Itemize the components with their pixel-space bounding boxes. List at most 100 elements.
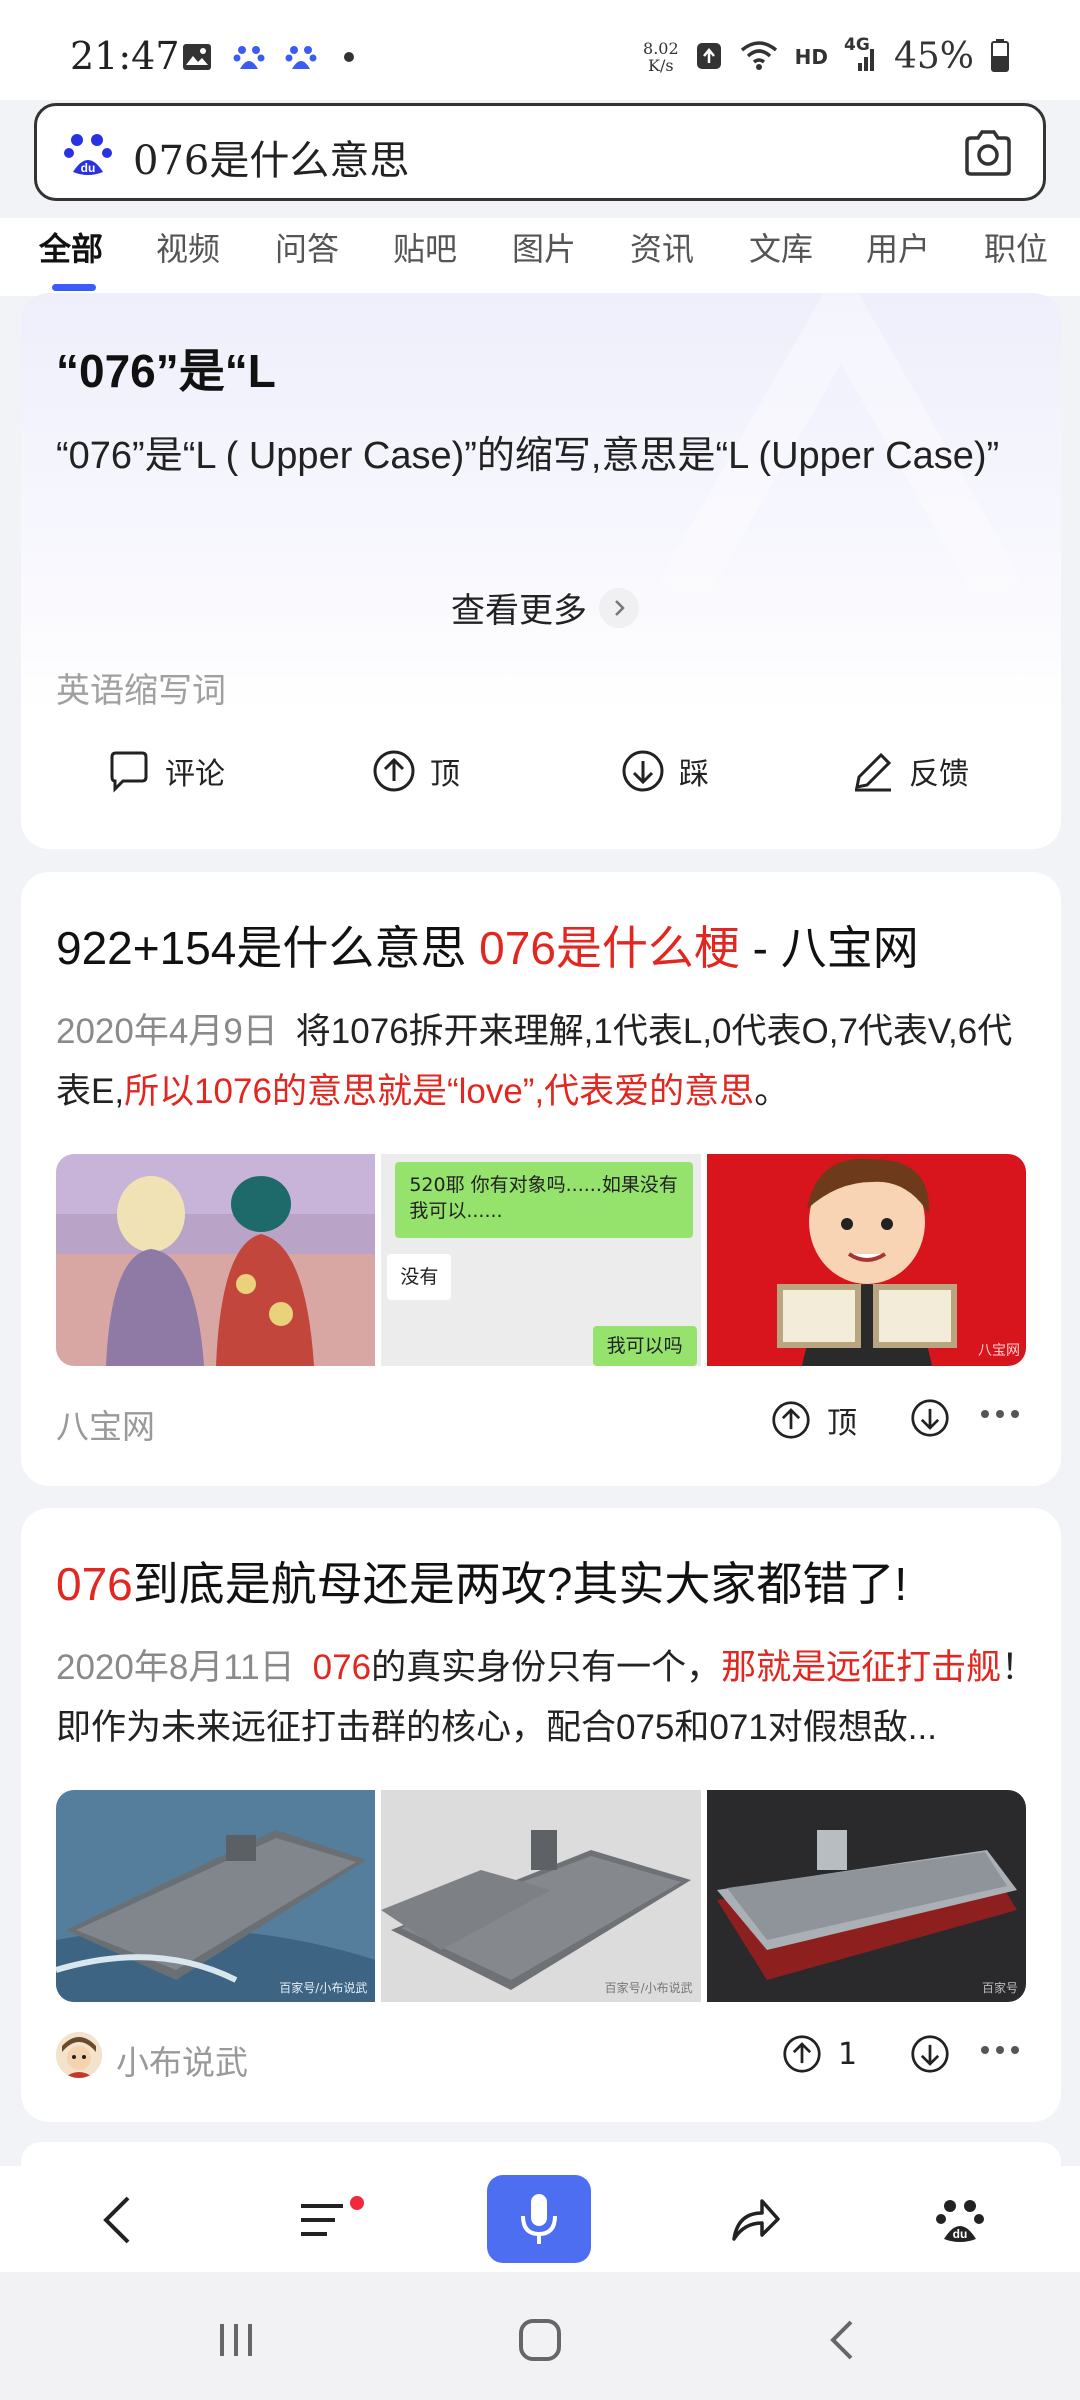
signal-type: 4G <box>843 34 870 55</box>
baidu-home-button[interactable]: du <box>928 2188 992 2252</box>
feedback-button[interactable]: 反馈 <box>851 749 969 793</box>
system-back-button[interactable] <box>812 2310 872 2370</box>
arrow-down-circle-icon <box>911 2035 949 2073</box>
tab-video[interactable]: 视频 <box>156 224 220 270</box>
share-button[interactable] <box>724 2188 788 2252</box>
feedback-label: 反馈 <box>909 757 969 792</box>
abstract-highlight: 那就是远征打击舰 <box>721 1648 1002 1687</box>
signal-icon: 4G <box>844 35 878 73</box>
result-image-chat[interactable]: 520耶 你有对象吗......如果没有 我可以...... 没有 我可以吗 <box>381 1154 701 1366</box>
search-input[interactable]: 076是什么意思 <box>133 128 409 186</box>
result-image-cartoon[interactable]: 八宝网 <box>706 1154 1026 1366</box>
tab-images[interactable]: 图片 <box>512 224 576 270</box>
result-image-couple-beach[interactable] <box>56 1154 376 1366</box>
tab-news[interactable]: 资讯 <box>630 224 694 270</box>
result-title-highlight: 076 <box>56 1558 133 1610</box>
result-image-row: 百家号/小布说武 百家号/小布说武 百家号 <box>56 1790 1026 2002</box>
abstract-highlight: 076 <box>312 1648 372 1687</box>
upvote-button[interactable]: 顶 <box>771 1398 857 1442</box>
back-button[interactable] <box>86 2188 150 2252</box>
comment-button[interactable]: 评论 <box>107 749 225 793</box>
abstract-end: 。 <box>754 1072 790 1111</box>
system-navigation-bar <box>0 2272 1080 2400</box>
answer-actions: 评论 顶 踩 反馈 <box>21 749 1061 809</box>
result-abstract: 2020年4月9日 将1076拆开来理解,1代表L,0代表O,7代表V,6代表E,… <box>56 1002 1041 1122</box>
arrow-down-circle-icon <box>622 750 664 792</box>
upvote-label: 顶 <box>827 1406 857 1441</box>
baidu-paw-icon <box>232 40 266 74</box>
back-chevron-icon <box>830 2320 853 2360</box>
tab-wenku[interactable]: 文库 <box>749 224 813 270</box>
svg-text:du: du <box>81 161 96 175</box>
upvote-button[interactable]: 顶 <box>372 749 460 793</box>
status-bar: 21:47 8.02 K/s HD 4G 45% <box>0 0 1080 100</box>
chat-reply: 没有 <box>387 1254 452 1300</box>
baidu-logo-icon: du <box>63 128 113 178</box>
search-result[interactable]: 076到底是航母还是两攻?其实大家都错了! 2020年8月11日 076的真实身份… <box>21 1508 1061 2122</box>
menu-button[interactable] <box>290 2188 354 2252</box>
share-arrow-icon <box>732 2199 780 2241</box>
image-watermark: 百家号/小布说武 <box>604 1981 693 1995</box>
notification-dot <box>350 2196 364 2210</box>
recycle-icon <box>695 39 723 75</box>
result-source[interactable]: 小布说武 <box>116 2036 248 2084</box>
notification-icons <box>180 40 354 74</box>
downvote-label: 踩 <box>679 757 709 792</box>
image-watermark: 百家号 <box>981 1981 1018 1995</box>
recent-apps-icon <box>220 2324 252 2356</box>
comment-label: 评论 <box>165 757 225 792</box>
camera-icon[interactable] <box>963 130 1013 176</box>
more-notifications-dot <box>344 52 354 62</box>
baidu-paw-icon <box>284 40 318 74</box>
result-footer: 小布说武 1 <box>56 2030 1041 2082</box>
bottom-toolbar: du <box>0 2166 1080 2272</box>
downvote-button[interactable] <box>910 2034 950 2078</box>
tab-qa[interactable]: 问答 <box>275 224 339 270</box>
result-title-text: 到底是航母还是两攻?其实大家都错了! <box>132 1558 908 1610</box>
view-more-button[interactable]: 查看更多 <box>451 583 639 632</box>
upvote-label: 顶 <box>430 757 460 792</box>
tab-tieba[interactable]: 贴吧 <box>393 224 457 270</box>
result-image-ship-model[interactable]: 百家号 <box>706 1790 1026 2002</box>
upvote-button[interactable]: 1 <box>782 2034 857 2074</box>
downvote-button[interactable] <box>910 1398 950 1442</box>
result-title-link[interactable]: 922+154是什么意思 076是什么梗 - 八宝网 <box>56 912 919 978</box>
result-title-highlight: 076是什么梗 <box>479 922 740 974</box>
result-title-suffix: - 八宝网 <box>739 922 919 974</box>
battery-percent: 45% <box>893 36 974 77</box>
abstract-highlight: 所以1076的意思就是“love”,代表爱的意思 <box>124 1072 755 1111</box>
search-box[interactable]: du 076是什么意思 <box>34 103 1046 201</box>
view-more-label: 查看更多 <box>451 591 587 631</box>
more-options-icon[interactable] <box>981 2046 1019 2054</box>
result-image-row: 520耶 你有对象吗......如果没有 我可以...... 没有 我可以吗 八… <box>56 1154 1026 1366</box>
voice-search-button[interactable] <box>487 2175 591 2263</box>
result-image-ship-sea[interactable]: 百家号/小布说武 <box>56 1790 376 2002</box>
result-image-ship-render[interactable]: 百家号/小布说武 <box>381 1790 701 2002</box>
result-title-link[interactable]: 076到底是航母还是两攻?其实大家都错了! <box>56 1548 907 1614</box>
recent-apps-button[interactable] <box>206 2310 266 2370</box>
downvote-button[interactable]: 踩 <box>621 749 709 793</box>
active-tab-indicator <box>52 284 96 291</box>
system-icons: 8.02 K/s HD 4G 45% <box>643 35 1010 77</box>
result-source[interactable]: 八宝网 <box>56 1400 155 1448</box>
tab-users[interactable]: 用户 <box>866 224 930 270</box>
tab-all[interactable]: 全部 <box>39 224 103 270</box>
search-result[interactable]: 922+154是什么意思 076是什么梗 - 八宝网 2020年4月9日 将107… <box>21 872 1061 1486</box>
more-options-icon[interactable] <box>981 1410 1019 1418</box>
wifi-icon <box>739 39 779 75</box>
answer-body: “076”是“L ( Upper Case)”的缩写,意思是“L (Upper … <box>56 435 1000 477</box>
result-date: 2020年8月11日 <box>56 1648 295 1687</box>
svg-text:du: du <box>953 2227 968 2241</box>
baidu-paw-icon: du <box>936 2200 984 2242</box>
chat-ask: 我可以吗 <box>592 1326 697 1366</box>
home-button[interactable] <box>510 2310 570 2370</box>
tab-jobs[interactable]: 职位 <box>984 224 1048 270</box>
answer-card[interactable]: “076”是“L “076”是“L ( Upper Case)”的缩写,意思是“… <box>21 293 1061 849</box>
answer-category-tag: 英语缩写词 <box>56 671 226 711</box>
chevron-right-icon <box>599 587 639 628</box>
author-avatar[interactable] <box>56 2032 102 2078</box>
result-footer: 八宝网 顶 <box>56 1394 1041 1446</box>
hd-indicator: HD <box>794 44 828 69</box>
net-speed-value: 8.02 <box>643 38 679 58</box>
chevron-left-icon <box>103 2196 130 2244</box>
